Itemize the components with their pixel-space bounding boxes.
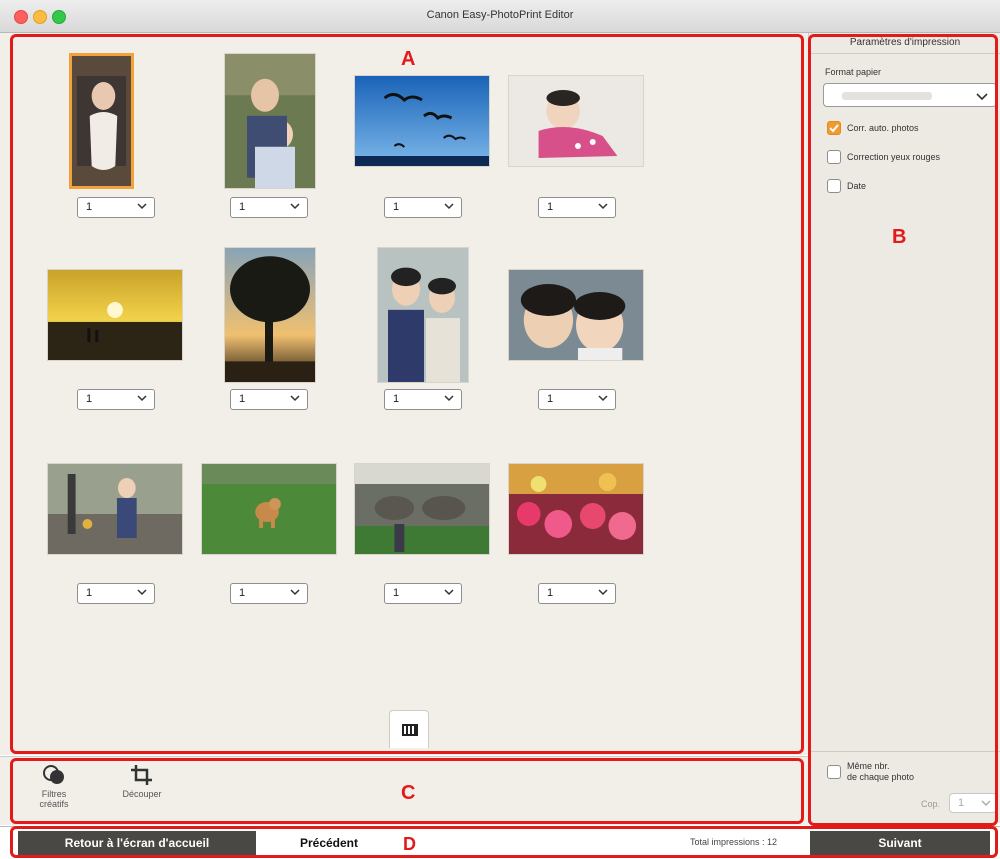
same-count-label-line1: Même nbr. bbox=[847, 761, 890, 771]
chevron-down-icon bbox=[598, 203, 608, 210]
paper-size-select[interactable] bbox=[823, 83, 997, 107]
window-titlebar: Canon Easy-PhotoPrint Editor bbox=[0, 0, 1000, 33]
copies-select[interactable]: 1 bbox=[949, 793, 997, 813]
quantity-value: 1 bbox=[86, 587, 93, 599]
next-button[interactable]: Suivant bbox=[810, 831, 990, 855]
chevron-down-icon bbox=[598, 395, 608, 402]
quantity-select[interactable]: 1 bbox=[77, 197, 155, 218]
quantity-select[interactable]: 1 bbox=[230, 197, 308, 218]
photo-thumbnail-flower-market[interactable] bbox=[508, 463, 644, 555]
quantity-select[interactable]: 1 bbox=[230, 583, 308, 604]
photo-thumbnail-baby-pink[interactable] bbox=[508, 75, 644, 167]
auto-correct-label: Corr. auto. photos bbox=[847, 123, 919, 133]
auto-correct-checkbox[interactable] bbox=[827, 121, 841, 135]
copies-label: Cop. bbox=[921, 799, 941, 809]
quantity-value: 1 bbox=[393, 393, 400, 405]
photo-thumbnail-elephants-zoo[interactable] bbox=[354, 463, 490, 555]
chevron-down-icon bbox=[444, 589, 454, 596]
chevron-down-icon bbox=[976, 93, 988, 101]
photo-thumbnail-sunset-beach[interactable] bbox=[47, 269, 183, 361]
chevron-down-icon bbox=[444, 203, 454, 210]
photo-thumbnail-dog-grass[interactable] bbox=[201, 463, 337, 555]
marker-b: B bbox=[892, 226, 907, 248]
red-eye-checkbox[interactable] bbox=[827, 150, 841, 164]
date-label: Date bbox=[847, 181, 867, 191]
quantity-select[interactable]: 1 bbox=[77, 389, 155, 410]
photo-thumbnail-girls-closeup[interactable] bbox=[508, 269, 644, 361]
same-count-checkbox[interactable] bbox=[827, 765, 841, 779]
date-checkbox[interactable] bbox=[827, 179, 841, 193]
print-settings-panel: Paramètres d'impression Format papier Co… bbox=[808, 33, 1000, 823]
chevron-down-icon bbox=[137, 203, 147, 210]
chevron-down-icon bbox=[598, 589, 608, 596]
quantity-value: 1 bbox=[547, 201, 554, 213]
film-strip-icon bbox=[402, 724, 418, 736]
marker-a: A bbox=[401, 48, 416, 70]
marker-d: D bbox=[403, 834, 416, 854]
quantity-select[interactable]: 1 bbox=[538, 583, 616, 604]
same-count-label-line2: de chaque photo bbox=[847, 772, 915, 782]
quantity-value: 1 bbox=[393, 587, 400, 599]
filters-icon bbox=[43, 765, 64, 784]
quantity-value: 1 bbox=[239, 587, 246, 599]
quantity-select[interactable]: 1 bbox=[384, 389, 462, 410]
photo-thumbnail-tree-sunset[interactable] bbox=[224, 247, 316, 383]
quantity-value: 1 bbox=[393, 201, 400, 213]
photo-thumbnail-sisters-hug[interactable] bbox=[224, 53, 316, 189]
photo-thumbnail-child-walking[interactable] bbox=[47, 463, 183, 555]
quantity-value: 1 bbox=[239, 393, 246, 405]
photo-grid-area: 1 1 1 1 1 1 1 1 1 1 1 1 bbox=[0, 33, 808, 755]
quantity-value: 1 bbox=[547, 393, 554, 405]
quantity-select[interactable]: 1 bbox=[230, 389, 308, 410]
photo-thumbnail-birds-sky[interactable] bbox=[354, 75, 490, 167]
checkmark-icon bbox=[829, 124, 839, 133]
creative-filters-button[interactable]: Filtres créatifs bbox=[34, 763, 74, 809]
chevron-down-icon bbox=[290, 395, 300, 402]
photo-thumbnail-baby-blanket[interactable] bbox=[69, 53, 134, 189]
chevron-down-icon bbox=[290, 589, 300, 596]
crop-label: Découper bbox=[122, 789, 162, 799]
window-title: Canon Easy-PhotoPrint Editor bbox=[426, 9, 574, 21]
crop-button[interactable]: Découper bbox=[118, 763, 166, 799]
previous-button[interactable]: Précédent bbox=[262, 831, 396, 855]
marker-c: C bbox=[401, 782, 416, 804]
quantity-select[interactable]: 1 bbox=[538, 389, 616, 410]
chevron-down-icon bbox=[981, 800, 991, 806]
quantity-value: 1 bbox=[86, 393, 93, 405]
crop-icon bbox=[131, 765, 152, 785]
panel-title: Paramètres d'impression bbox=[809, 33, 1000, 54]
home-button[interactable]: Retour à l'écran d'accueil bbox=[18, 831, 256, 855]
quantity-select[interactable]: 1 bbox=[384, 197, 462, 218]
layout-view-toggle-button[interactable] bbox=[389, 710, 429, 748]
quantity-select[interactable]: 1 bbox=[538, 197, 616, 218]
chevron-down-icon bbox=[290, 203, 300, 210]
red-eye-label: Correction yeux rouges bbox=[847, 152, 941, 162]
filters-label-line1: Filtres bbox=[41, 789, 67, 799]
quantity-select[interactable]: 1 bbox=[384, 583, 462, 604]
paper-size-label: Format papier bbox=[825, 67, 882, 77]
quantity-value: 1 bbox=[86, 201, 93, 213]
chevron-down-icon bbox=[137, 589, 147, 596]
panel-divider bbox=[809, 751, 1000, 752]
total-prints-label: Total impressions : 12 bbox=[690, 837, 778, 847]
chevron-down-icon bbox=[137, 395, 147, 402]
photo-thumbnail-girls-portrait[interactable] bbox=[377, 247, 469, 383]
bottom-navigation-bar: Retour à l'écran d'accueil Précédent Tot… bbox=[0, 826, 1000, 859]
filters-label-line2: créatifs bbox=[39, 799, 69, 809]
copies-value: 1 bbox=[958, 797, 965, 809]
quantity-select[interactable]: 1 bbox=[77, 583, 155, 604]
chevron-down-icon bbox=[444, 395, 454, 402]
quantity-value: 1 bbox=[547, 587, 554, 599]
quantity-value: 1 bbox=[239, 201, 246, 213]
